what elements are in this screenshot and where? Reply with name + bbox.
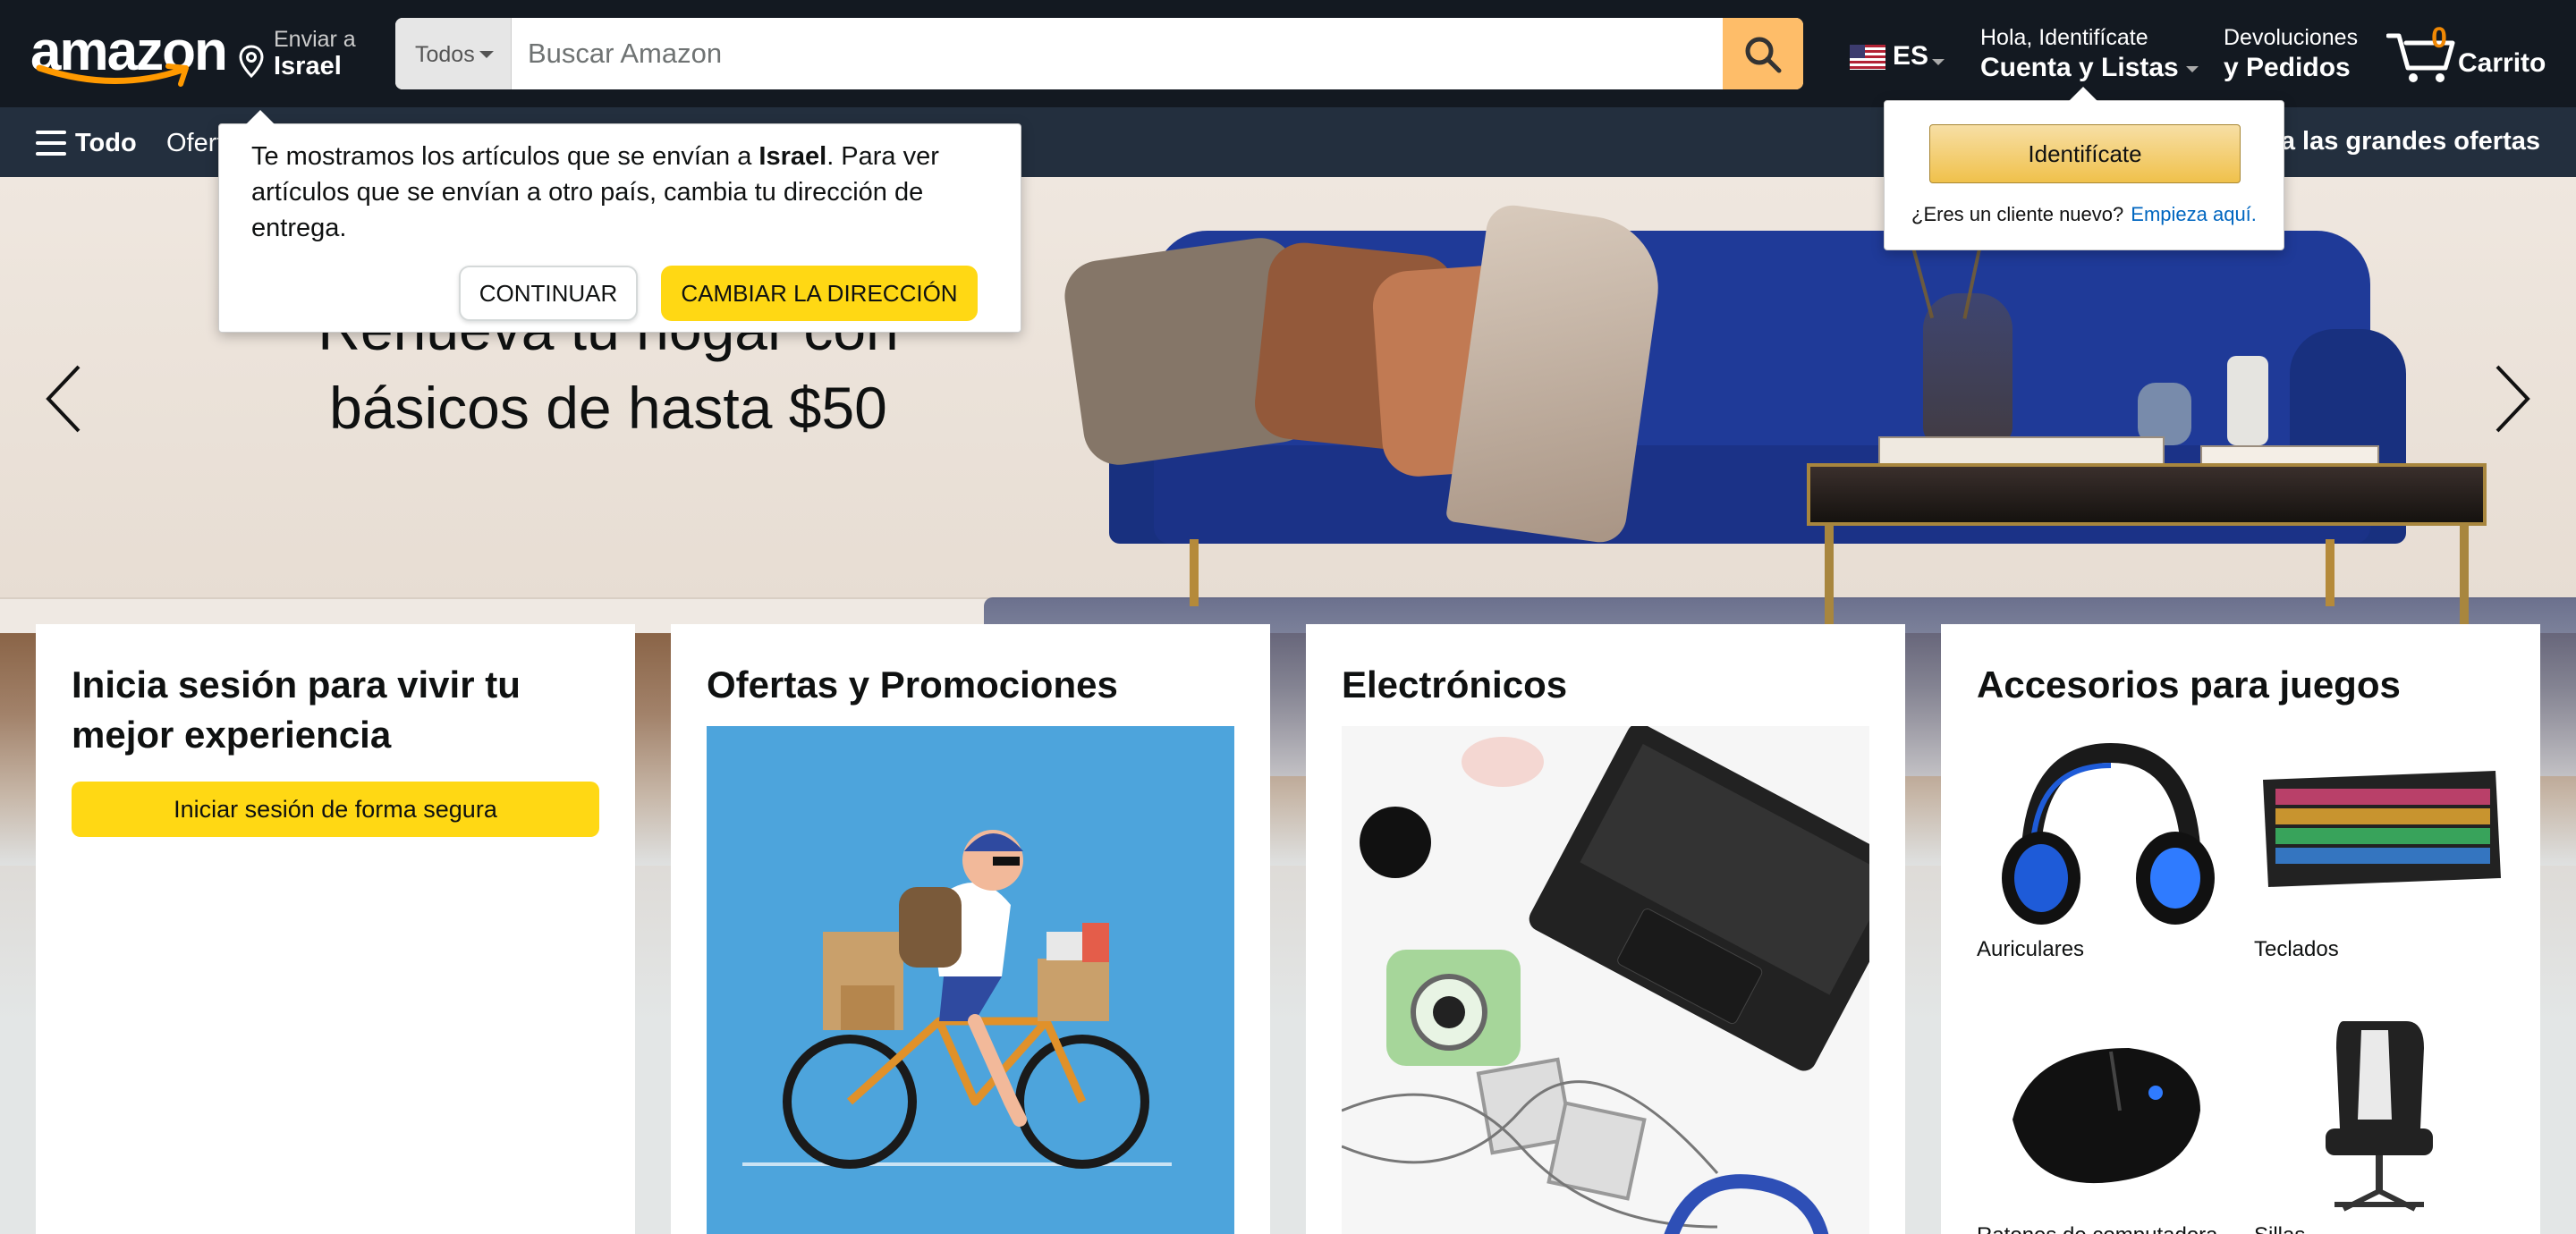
signin-button[interactable]: Identifícate: [1929, 124, 2241, 183]
search-category-dropdown[interactable]: Todos: [395, 18, 512, 89]
mouse-image: [1977, 1012, 2227, 1218]
electronics-collage-illustration: [1342, 726, 1869, 1234]
gaming-item-chairs[interactable]: Sillas: [2254, 1012, 2504, 1234]
chevron-down-icon: [2185, 65, 2199, 72]
hero-table-leg: [2460, 526, 2469, 624]
hero-vase: [1923, 293, 2012, 445]
gaming-card-title: Accesorios para juegos: [1977, 663, 2401, 706]
start-here-link[interactable]: Empieza aquí.: [2131, 203, 2257, 225]
carousel-next-arrow-icon[interactable]: [2483, 363, 2537, 435]
search-icon: [1745, 37, 1782, 73]
search-category-label: Todos: [415, 42, 475, 67]
signin-flyout: Identifícate ¿Eres un cliente nuevo? Empi…: [1884, 87, 2284, 250]
top-navigation-bar: amazon Enviar a Israel Todos Buscar Amaz…: [0, 0, 2576, 107]
message-text-start: Te mostramos los artículos que se envían…: [251, 142, 759, 171]
hero-sofa-leg: [2326, 539, 2334, 606]
gaming-accessories-card: Accesorios para juegos Auriculares Tecla…: [1941, 624, 2540, 1234]
gaming-item-mice[interactable]: Ratones de computadora: [1977, 1012, 2227, 1234]
deals-card[interactable]: Ofertas y Promociones: [671, 624, 1270, 1234]
language-code: ES: [1893, 41, 1929, 71]
signin-card-title: Inicia sesión para vivir tu mejor experi…: [72, 663, 521, 756]
gaming-item-label: Auriculares: [1977, 937, 2085, 961]
continue-button[interactable]: CONTINUAR: [459, 266, 638, 321]
hero-sofa-leg: [1190, 539, 1199, 606]
keyboard-illustration: [2263, 771, 2501, 887]
shipping-country-popover: Te mostramos los artículos que se envían…: [218, 110, 1021, 333]
deliver-to-country: Israel: [274, 52, 342, 80]
account-greeting: Hola, Identifícate: [1980, 25, 2148, 50]
cyclist-illustration: [742, 830, 1172, 1169]
account-and-lists-menu[interactable]: Hola, Identifícate Cuenta y Listas: [1980, 25, 2199, 83]
signin-card: Inicia sesión para vivir tu mejor experi…: [36, 624, 635, 1234]
search-input[interactable]: [512, 18, 1714, 89]
gaming-item-label: Sillas: [2254, 1223, 2504, 1234]
message-country: Israel: [758, 142, 827, 171]
search-bar: Todos: [395, 18, 1803, 89]
electronics-card-image[interactable]: [1342, 726, 1869, 1234]
all-menu-label: Todo: [75, 129, 137, 157]
deliver-to-label: Enviar a: [274, 27, 356, 52]
mouse-illustration: [2012, 1048, 2200, 1184]
cart-count-badge: 0: [2431, 21, 2447, 54]
carousel-prev-arrow-icon[interactable]: [39, 363, 93, 435]
secure-signin-button[interactable]: Iniciar sesión de forma segura: [72, 782, 599, 837]
chevron-down-icon: [479, 51, 494, 58]
hero-table-leg: [1825, 526, 1834, 624]
hamburger-menu-icon: [36, 131, 66, 156]
account-lists-label: Cuenta y Listas: [1980, 53, 2179, 82]
gaming-item-keyboards[interactable]: Teclados: [2254, 726, 2504, 962]
returns-label: Devoluciones: [2224, 25, 2359, 50]
us-flag-icon: [1850, 45, 1885, 70]
hero-coffee-table: [1807, 463, 2487, 526]
headphones-illustration: [2002, 742, 2215, 925]
location-pin-icon: [239, 45, 264, 79]
cart-label: Carrito: [2458, 48, 2546, 78]
hero-vase: [2227, 356, 2268, 445]
electronics-card-title: Electrónicos: [1342, 663, 1568, 706]
gaming-item-label: Teclados: [2254, 937, 2339, 961]
new-customer-row: ¿Eres un cliente nuevo? Empieza aquí.: [1911, 203, 2257, 226]
returns-and-orders-link[interactable]: Devoluciones y Pedidos: [2224, 25, 2358, 83]
change-address-button[interactable]: CAMBIAR LA DIRECCIÓN: [661, 266, 978, 321]
shipping-country-message: Te mostramos los artículos que se envían…: [251, 139, 988, 246]
hero-headline-line2: básicos de hasta $50: [329, 375, 887, 441]
chair-image: [2254, 1012, 2504, 1218]
orders-label: y Pedidos: [2224, 53, 2351, 82]
keyboard-image: [2254, 726, 2504, 932]
electronics-card[interactable]: Electrónicos: [1306, 624, 1905, 1234]
headphones-image: [1977, 726, 2227, 932]
deals-card-image[interactable]: [707, 726, 1234, 1234]
chevron-down-icon: [1932, 59, 1945, 65]
deals-card-title: Ofertas y Promociones: [707, 663, 1118, 706]
gaming-chair-illustration: [2326, 1021, 2433, 1212]
cart-button[interactable]: 0 Carrito: [2386, 20, 2547, 88]
gaming-item-label: Ratones de computadora: [1977, 1223, 2227, 1234]
new-customer-text: ¿Eres un cliente nuevo?: [1911, 203, 2124, 225]
search-button[interactable]: [1723, 18, 1803, 89]
amazon-logo[interactable]: amazon: [27, 20, 228, 89]
gaming-item-headphones[interactable]: Auriculares: [1977, 726, 2227, 962]
smile-arrow-icon: [36, 63, 189, 87]
